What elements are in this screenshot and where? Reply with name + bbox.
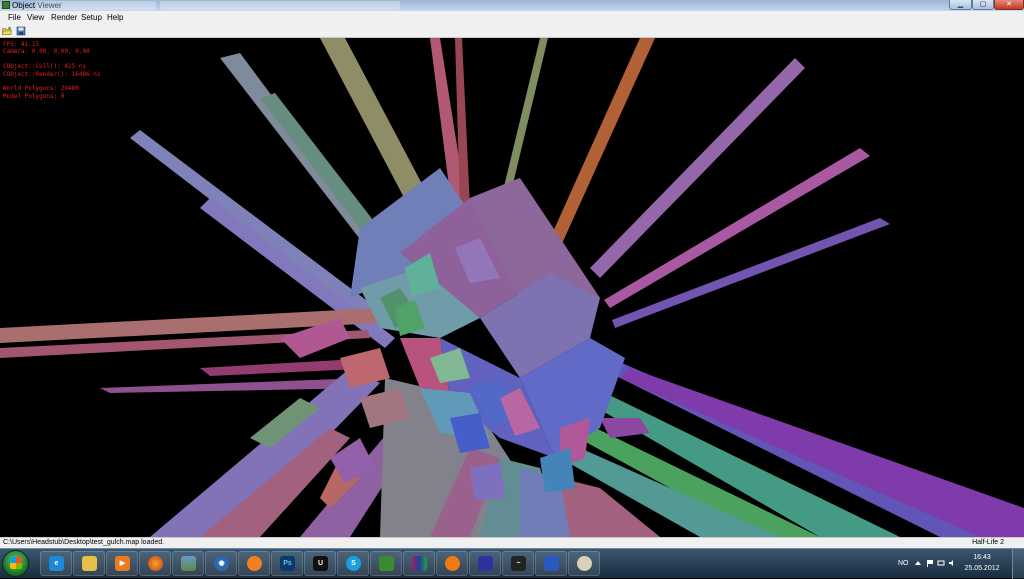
folder-icon	[82, 556, 97, 571]
menu-file[interactable]: File	[8, 11, 21, 24]
debug-overlay: FPS: 41.15 Camera: 0.00, 0.00, 0.00 CObj…	[3, 41, 101, 100]
title-bar: Object Viewer ▁ ▢ ✕	[0, 0, 1024, 11]
taskbar-internet-explorer[interactable]: e	[40, 551, 72, 576]
tool-icon	[544, 556, 559, 571]
taskbar-steam-2[interactable]: ~	[502, 551, 534, 576]
taskbar-viewer[interactable]: ◉	[205, 551, 237, 576]
fps-readout: FPS: 41.15	[3, 41, 40, 48]
udk-icon: U	[313, 556, 328, 571]
language-indicator[interactable]: NO	[898, 549, 909, 579]
photoshop-icon: Ps	[280, 556, 295, 571]
start-button[interactable]	[2, 550, 29, 577]
taskbar-browser[interactable]	[238, 551, 270, 576]
show-hidden-icons-icon[interactable]	[914, 559, 922, 567]
network-icon[interactable]	[937, 559, 945, 567]
folder-open-icon[interactable]	[2, 26, 12, 36]
taskbar-photoshop[interactable]: Ps	[271, 551, 303, 576]
status-message: C:\Users\Headstub\Desktop\test_gulch.map…	[3, 539, 165, 546]
taskbar-image-viewer[interactable]	[172, 551, 204, 576]
world-geometry-render	[0, 38, 1024, 537]
action-center-flag-icon[interactable]	[926, 559, 934, 567]
menu-setup[interactable]: Setup	[81, 11, 102, 24]
status-game-label: Half-Life 2	[972, 539, 1004, 546]
taskbar-winrar[interactable]	[403, 551, 435, 576]
taskbar: e ▶ ◉ Ps U S ~ NO 16:43 25.05.2012	[0, 548, 1024, 579]
cull-time-readout: CObject::Cull(): 425 ns	[3, 63, 87, 71]
taskbar-media-player[interactable]: ▶	[106, 551, 138, 576]
system-clock[interactable]: 16:43 25.05.2012	[960, 552, 1004, 574]
camera-readout: Camera: 0.00, 0.00, 0.00	[3, 48, 90, 56]
menu-bar: File View Render Setup Help	[0, 11, 1024, 24]
steam-logo-icon: ~	[511, 556, 526, 571]
world-polygons-readout: World Polygons: 29480	[3, 85, 79, 93]
model-polygons-readout: Model Polygons: 0	[3, 92, 65, 100]
title-bar-background-tab	[160, 1, 400, 10]
landscape-image-icon	[181, 556, 196, 571]
render-time-readout: CObject::Render(): 16486 ns	[3, 70, 101, 78]
render-viewport[interactable]: FPS: 41.15 Camera: 0.00, 0.00, 0.00 CObj…	[0, 38, 1024, 537]
menu-help[interactable]: Help	[107, 11, 123, 24]
steam-icon	[379, 556, 394, 571]
menu-view[interactable]: View	[27, 11, 44, 24]
taskbar-firefox[interactable]	[139, 551, 171, 576]
taskbar-steam[interactable]	[370, 551, 402, 576]
taskbar-skype[interactable]: S	[337, 551, 369, 576]
close-button[interactable]: ✕	[994, 0, 1024, 10]
clock-time: 16:43	[973, 554, 991, 561]
status-bar: C:\Users\Headstub\Desktop\test_gulch.map…	[0, 537, 1024, 548]
maximize-button[interactable]: ▢	[972, 0, 994, 10]
app-icon	[2, 1, 10, 9]
show-desktop-button[interactable]	[1012, 549, 1024, 579]
title-bar-background-tab	[36, 1, 156, 10]
save-disk-icon[interactable]	[16, 26, 26, 36]
taskbar-windows-explorer[interactable]	[73, 551, 105, 576]
menu-render[interactable]: Render	[51, 11, 77, 24]
taskbar-blender[interactable]	[436, 551, 468, 576]
media-player-icon: ▶	[115, 556, 130, 571]
toolbar	[0, 24, 1024, 38]
windows-logo-icon	[10, 557, 22, 569]
taskbar-notepad[interactable]	[469, 551, 501, 576]
internet-explorer-icon: e	[49, 556, 64, 571]
winrar-icon	[412, 556, 427, 571]
skype-icon: S	[346, 556, 361, 571]
notepad-icon	[478, 556, 493, 571]
blender-icon	[445, 556, 460, 571]
orange-globe-icon	[247, 556, 262, 571]
minimize-button[interactable]: ▁	[949, 0, 972, 10]
volume-icon[interactable]	[948, 559, 956, 567]
clock-date: 25.05.2012	[964, 565, 1000, 572]
taskbar-tool[interactable]	[535, 551, 567, 576]
firefox-icon	[148, 556, 163, 571]
paint-palette-icon	[577, 556, 592, 571]
eye-icon: ◉	[214, 556, 229, 571]
taskbar-paint[interactable]	[568, 551, 600, 576]
taskbar-udk[interactable]: U	[304, 551, 336, 576]
